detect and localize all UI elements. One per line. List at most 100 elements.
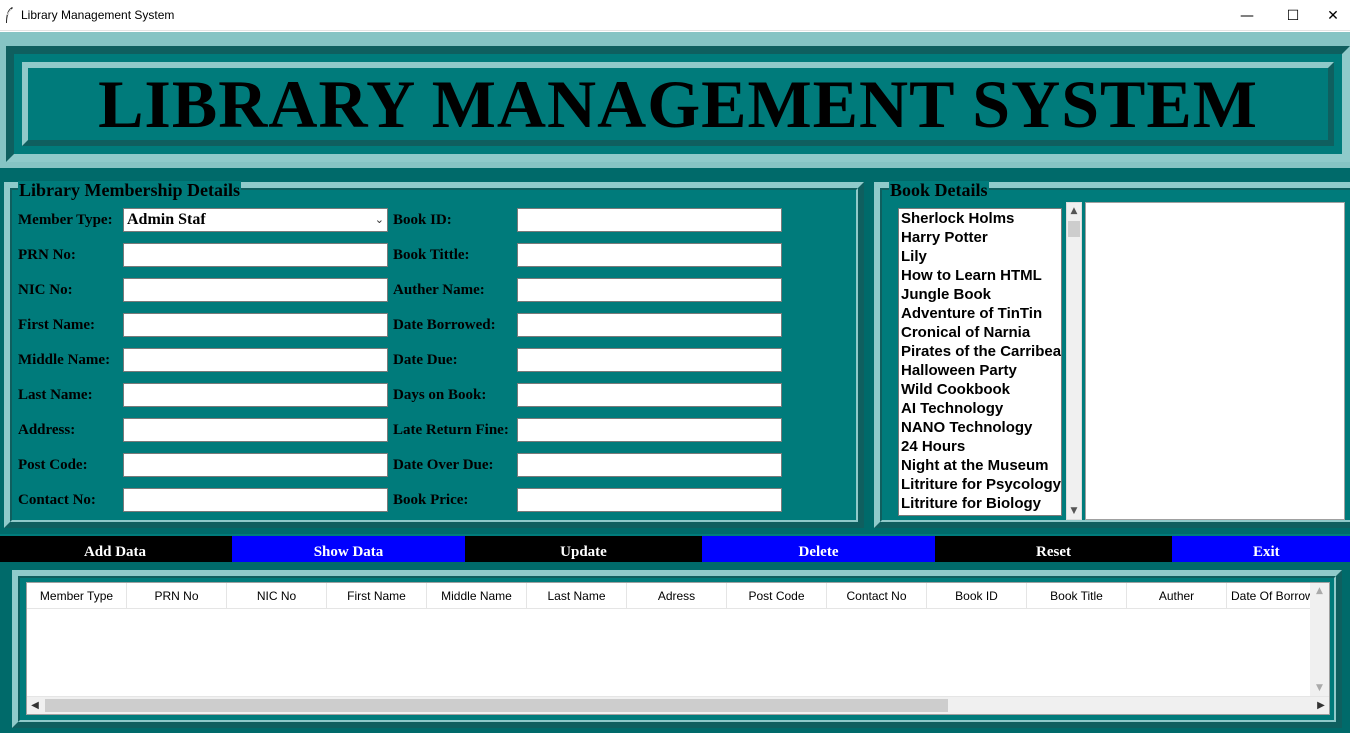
- book-list-item[interactable]: Sherlock Holms: [899, 209, 1061, 228]
- book-list-item[interactable]: Halloween Party: [899, 361, 1061, 380]
- date-over-due-input[interactable]: [517, 453, 782, 477]
- middle-name-label: Middle Name:: [18, 352, 111, 368]
- book-list-item[interactable]: Night at the Museum: [899, 456, 1061, 475]
- membership-legend: Library Membership Details: [18, 180, 241, 200]
- app-heading: LIBRARY MANAGEMENT SYSTEM: [98, 65, 1258, 142]
- scroll-right-icon[interactable]: ▶: [1313, 697, 1329, 714]
- book-price-label: Book Price:: [393, 492, 469, 508]
- reset-button[interactable]: Reset: [937, 536, 1170, 562]
- member-type-select[interactable]: Admin Staf ⌄: [123, 208, 388, 232]
- first-name-input[interactable]: [123, 313, 388, 337]
- nic-input[interactable]: [123, 278, 388, 302]
- book-id-input[interactable]: [517, 208, 782, 232]
- column-header-contact-no[interactable]: Contact No: [827, 583, 927, 608]
- days-on-book-input[interactable]: [517, 383, 782, 407]
- close-icon: ✕: [1327, 7, 1339, 24]
- book-listbox[interactable]: Sherlock Holms Harry Potter Lily How to …: [898, 208, 1062, 516]
- exit-button[interactable]: Exit: [1172, 536, 1350, 562]
- column-header-book-id[interactable]: Book ID: [927, 583, 1027, 608]
- column-header-nic-no[interactable]: NIC No: [227, 583, 327, 608]
- scroll-up-icon[interactable]: ▲: [1310, 583, 1329, 599]
- date-borrowed-label: Date Borrowed:: [393, 317, 496, 333]
- last-name-input[interactable]: [123, 383, 388, 407]
- author-name-label: Auther Name:: [393, 282, 485, 298]
- feather-icon: [6, 7, 13, 23]
- delete-button[interactable]: Delete: [702, 536, 935, 562]
- app-client-area: LIBRARY MANAGEMENT SYSTEM Library Member…: [0, 32, 1350, 733]
- book-price-input[interactable]: [517, 488, 782, 512]
- book-list-item[interactable]: Adventure of TinTin: [899, 304, 1061, 323]
- column-header-prn-no[interactable]: PRN No: [127, 583, 227, 608]
- close-button[interactable]: ✕: [1316, 0, 1350, 31]
- column-header-middle-name[interactable]: Middle Name: [427, 583, 527, 608]
- date-over-due-label: Date Over Due:: [393, 457, 494, 473]
- scroll-up-icon[interactable]: ▲: [1067, 203, 1081, 219]
- book-list-item[interactable]: NANO Technology: [899, 418, 1061, 437]
- maximize-button[interactable]: ☐: [1270, 0, 1316, 31]
- book-list-item[interactable]: Lily: [899, 247, 1061, 266]
- middle-name-input[interactable]: [123, 348, 388, 372]
- date-due-label: Date Due:: [393, 352, 458, 368]
- minimize-button[interactable]: —: [1224, 0, 1270, 31]
- column-header-author[interactable]: Auther: [1127, 583, 1227, 608]
- scroll-down-icon[interactable]: ▼: [1067, 503, 1081, 519]
- member-type-label: Member Type:: [18, 212, 113, 228]
- days-on-book-label: Days on Book:: [393, 387, 487, 403]
- scroll-down-icon[interactable]: ▼: [1310, 680, 1329, 696]
- book-list-item[interactable]: Jungle Book: [899, 285, 1061, 304]
- post-code-input[interactable]: [123, 453, 388, 477]
- records-table-header: Member Type PRN No NIC No First Name Mid…: [27, 583, 1310, 609]
- records-vertical-scrollbar[interactable]: ▲ ▼: [1310, 583, 1329, 696]
- book-title-label: Book Tittle:: [393, 247, 470, 263]
- action-button-bar: Add Data Show Data Update Delete Reset E…: [0, 536, 1350, 562]
- add-data-button[interactable]: Add Data: [0, 536, 230, 562]
- window-title: Library Management System: [21, 8, 175, 22]
- banner-frame: LIBRARY MANAGEMENT SYSTEM: [6, 46, 1350, 162]
- late-return-fine-input[interactable]: [517, 418, 782, 442]
- book-list-item[interactable]: Litriture for Psycology: [899, 475, 1061, 494]
- column-header-book-title[interactable]: Book Title: [1027, 583, 1127, 608]
- date-borrowed-input[interactable]: [517, 313, 782, 337]
- book-details-textbox[interactable]: [1085, 202, 1345, 520]
- book-list-scrollbar[interactable]: ▲ ▼: [1066, 202, 1082, 520]
- chevron-down-icon: ⌄: [374, 213, 384, 226]
- update-button[interactable]: Update: [467, 536, 700, 562]
- show-data-button[interactable]: Show Data: [232, 536, 465, 562]
- prn-label: PRN No:: [18, 247, 76, 263]
- window-title-bar: Library Management System — ☐ ✕: [0, 0, 1350, 31]
- book-list-item[interactable]: Pirates of the Carribean: [899, 342, 1061, 361]
- late-return-fine-label: Late Return Fine:: [393, 422, 509, 438]
- records-horizontal-scrollbar[interactable]: ◀ ▶: [27, 696, 1329, 714]
- column-header-last-name[interactable]: Last Name: [527, 583, 627, 608]
- contact-no-label: Contact No:: [18, 492, 96, 508]
- maximize-icon: ☐: [1286, 7, 1300, 24]
- column-header-post-code[interactable]: Post Code: [727, 583, 827, 608]
- book-list-item[interactable]: How to Learn HTML: [899, 266, 1061, 285]
- records-table[interactable]: Member Type PRN No NIC No First Name Mid…: [26, 582, 1330, 715]
- contact-no-input[interactable]: [123, 488, 388, 512]
- date-due-input[interactable]: [517, 348, 782, 372]
- last-name-label: Last Name:: [18, 387, 93, 403]
- book-list-item[interactable]: Cronical of Narnia: [899, 323, 1061, 342]
- book-list-item[interactable]: 24 Hours: [899, 437, 1061, 456]
- column-header-first-name[interactable]: First Name: [327, 583, 427, 608]
- book-list-item[interactable]: Wild Cookbook: [899, 380, 1061, 399]
- book-id-label: Book ID:: [393, 212, 452, 228]
- member-type-value: Admin Staf: [127, 211, 206, 228]
- column-header-address[interactable]: Adress: [627, 583, 727, 608]
- post-code-label: Post Code:: [18, 457, 88, 473]
- book-list-item[interactable]: AI Technology: [899, 399, 1061, 418]
- address-input[interactable]: [123, 418, 388, 442]
- book-list-item[interactable]: Litriture for Biology: [899, 494, 1061, 513]
- scroll-left-icon[interactable]: ◀: [27, 697, 43, 714]
- prn-input[interactable]: [123, 243, 388, 267]
- book-title-input[interactable]: [517, 243, 782, 267]
- book-list-item[interactable]: Harry Potter: [899, 228, 1061, 247]
- column-header-date-of-borrowed[interactable]: Date Of Borrowed: [1227, 583, 1310, 608]
- scrollbar-thumb[interactable]: [45, 699, 948, 712]
- column-header-member-type[interactable]: Member Type: [27, 583, 127, 608]
- scrollbar-thumb[interactable]: [1068, 221, 1080, 237]
- author-name-input[interactable]: [517, 278, 782, 302]
- banner-inner: LIBRARY MANAGEMENT SYSTEM: [22, 62, 1334, 146]
- banner: LIBRARY MANAGEMENT SYSTEM: [0, 32, 1350, 168]
